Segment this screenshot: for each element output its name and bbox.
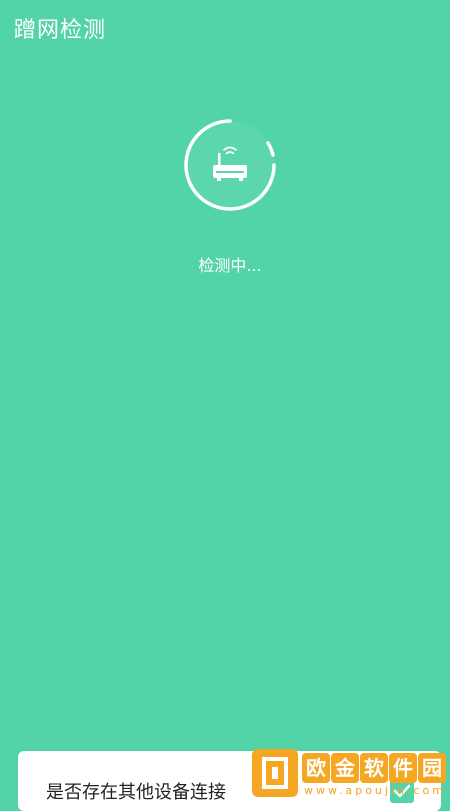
watermark-char: 园 [418,753,446,783]
watermark-logo-icon [252,749,298,797]
watermark: 欧 金 软 件 园 www.apoujin.com [252,749,448,800]
watermark-char: 金 [331,753,359,783]
watermark-text: 欧 金 软 件 园 [302,753,448,785]
watermark-url: www.apoujin.com [304,784,446,797]
page-title: 蹭网检测 [14,18,107,43]
router-icon [213,146,247,181]
watermark-char: 欧 [302,753,330,783]
watermark-char: 软 [360,753,388,783]
scan-spinner [180,115,280,215]
watermark-char: 件 [389,753,417,783]
scan-status-text: 检测中... [198,256,262,275]
device-connection-question: 是否存在其他设备连接 [46,782,226,803]
